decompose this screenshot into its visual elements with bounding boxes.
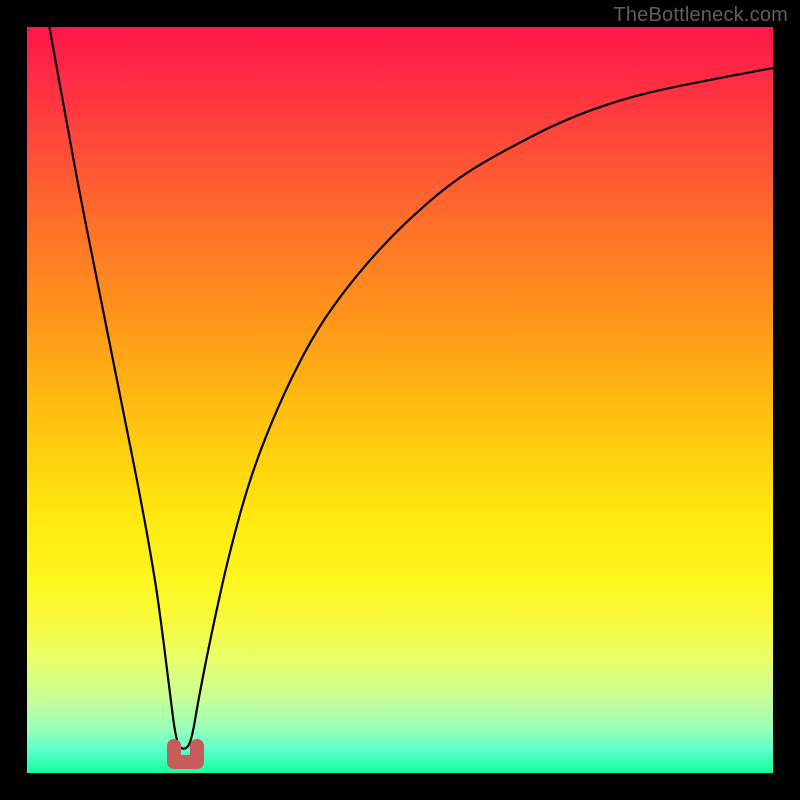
chart-frame: TheBottleneck.com [0,0,800,800]
attribution-text: TheBottleneck.com [613,4,788,27]
plot-area [27,27,773,773]
bottleneck-curve [27,27,773,773]
